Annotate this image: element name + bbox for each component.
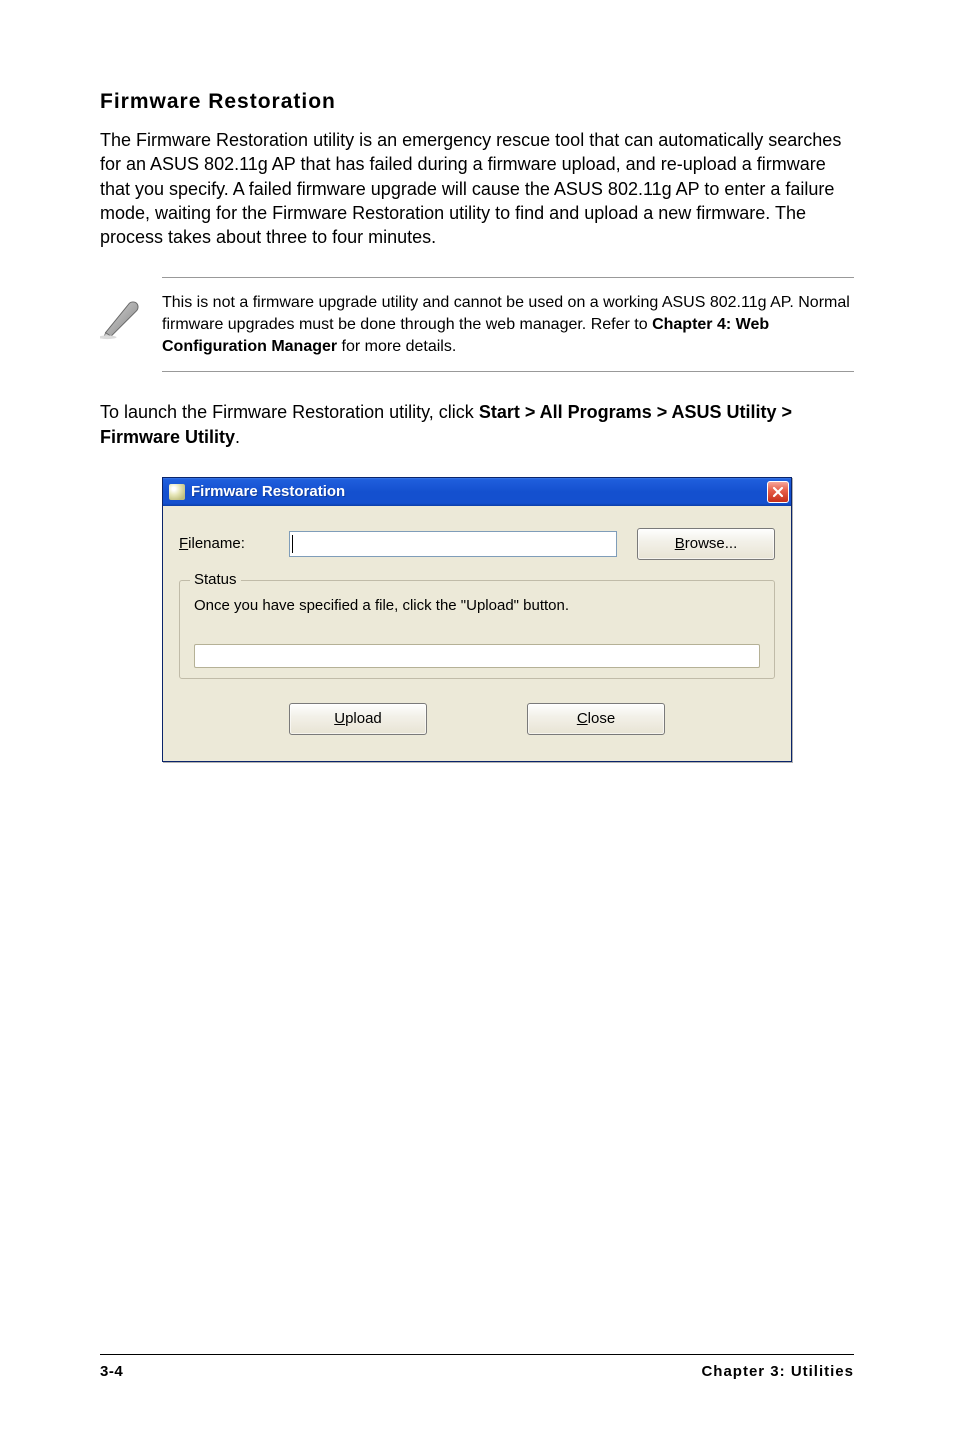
filename-row: Filename: Browse...: [179, 528, 775, 560]
pencil-icon: [100, 296, 144, 340]
browse-button[interactable]: Browse...: [637, 528, 775, 560]
browse-hotkey: B: [675, 535, 685, 552]
upload-hotkey: U: [334, 710, 345, 727]
footer-page-number: 3-4: [100, 1363, 123, 1380]
dialog-title: Firmware Restoration: [191, 483, 767, 500]
filename-label-rest: ilename:: [188, 535, 245, 552]
note-divider-bottom: [162, 371, 854, 372]
filename-input[interactable]: [289, 531, 617, 557]
text-caret: [292, 535, 293, 553]
dialog-body: Filename: Browse... Status Once you have…: [163, 506, 791, 761]
upload-rest: pload: [345, 710, 382, 727]
footer-chapter: Chapter 3: Utilities: [701, 1363, 854, 1380]
close-dialog-button[interactable]: Close: [527, 703, 665, 735]
note-text-post: for more details.: [337, 338, 456, 355]
browse-rest: rowse...: [685, 535, 738, 552]
note-text: This is not a firmware upgrade utility a…: [162, 286, 854, 365]
filename-label: Filename:: [179, 535, 289, 552]
firmware-restoration-dialog: Firmware Restoration Filename: Browse...…: [162, 477, 792, 762]
instruction-post: .: [235, 427, 240, 447]
status-legend: Status: [190, 571, 241, 588]
note-divider-top: [162, 277, 854, 278]
note-block: This is not a firmware upgrade utility a…: [100, 286, 854, 365]
close-rest: lose: [588, 710, 616, 727]
section-heading: Firmware Restoration: [100, 90, 854, 114]
status-groupbox: Status Once you have specified a file, c…: [179, 580, 775, 679]
upload-button[interactable]: Upload: [289, 703, 427, 735]
page-footer: 3-4 Chapter 3: Utilities: [100, 1354, 854, 1380]
dialog-button-row: Upload Close: [179, 699, 775, 743]
progress-bar: [194, 644, 760, 668]
close-icon: [772, 486, 784, 498]
close-button[interactable]: [767, 481, 789, 503]
dialog-titlebar[interactable]: Firmware Restoration: [163, 478, 791, 506]
instruction-text: To launch the Firmware Restoration utili…: [100, 400, 854, 449]
filename-hotkey: F: [179, 535, 188, 552]
status-text: Once you have specified a file, click th…: [194, 597, 760, 614]
section-paragraph: The Firmware Restoration utility is an e…: [100, 128, 854, 249]
close-hotkey: C: [577, 710, 588, 727]
app-icon: [169, 484, 185, 500]
instruction-pre: To launch the Firmware Restoration utili…: [100, 402, 479, 422]
